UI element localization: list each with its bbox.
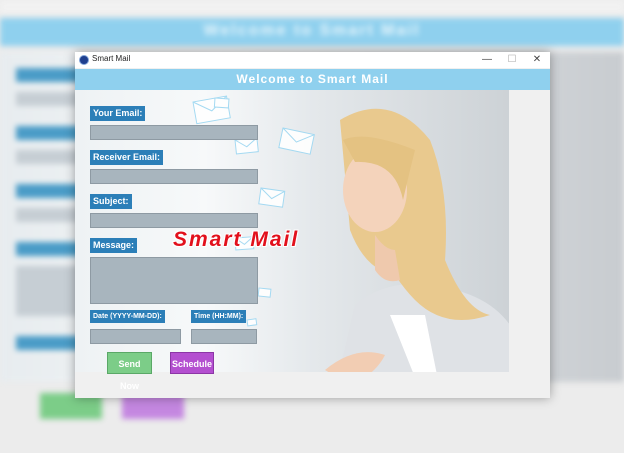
- smart-mail-window: Smart Mail — ☐ ✕ Welcome to Smart Mail Y…: [75, 52, 550, 398]
- header-title: Welcome to Smart Mail: [236, 72, 389, 86]
- message-textarea[interactable]: [90, 257, 258, 304]
- maximize-button[interactable]: ☐: [499, 52, 525, 68]
- receiver-email-input[interactable]: [90, 169, 258, 184]
- header-banner: Welcome to Smart Mail: [75, 69, 550, 90]
- schedule-button[interactable]: Schedule: [170, 352, 214, 374]
- date-input[interactable]: [90, 329, 181, 344]
- message-label: Message:: [90, 238, 138, 253]
- date-label: Date (YYYY-MM-DD):: [90, 310, 165, 323]
- send-now-button[interactable]: Send Now: [107, 352, 152, 391]
- background-banner-text: Welcome to Smart Mail: [203, 22, 421, 39]
- time-label: Time (HH:MM):: [191, 310, 247, 323]
- title-bar: Smart Mail — ☐ ✕: [75, 52, 550, 68]
- smart-mail-overlay-text: Smart Mail: [173, 228, 300, 251]
- close-button[interactable]: ✕: [524, 52, 550, 68]
- your-email-label: Your Email:: [90, 106, 146, 121]
- app-icon: [79, 55, 89, 65]
- window-title: Smart Mail: [92, 54, 131, 63]
- woman-photo: [325, 108, 509, 372]
- subject-label: Subject:: [90, 194, 132, 209]
- background-titlebar: [0, 0, 624, 14]
- subject-input[interactable]: [90, 213, 258, 228]
- time-input[interactable]: [191, 329, 257, 344]
- your-email-input[interactable]: [90, 125, 258, 140]
- minimize-button[interactable]: —: [474, 52, 500, 68]
- receiver-email-label: Receiver Email:: [90, 150, 164, 165]
